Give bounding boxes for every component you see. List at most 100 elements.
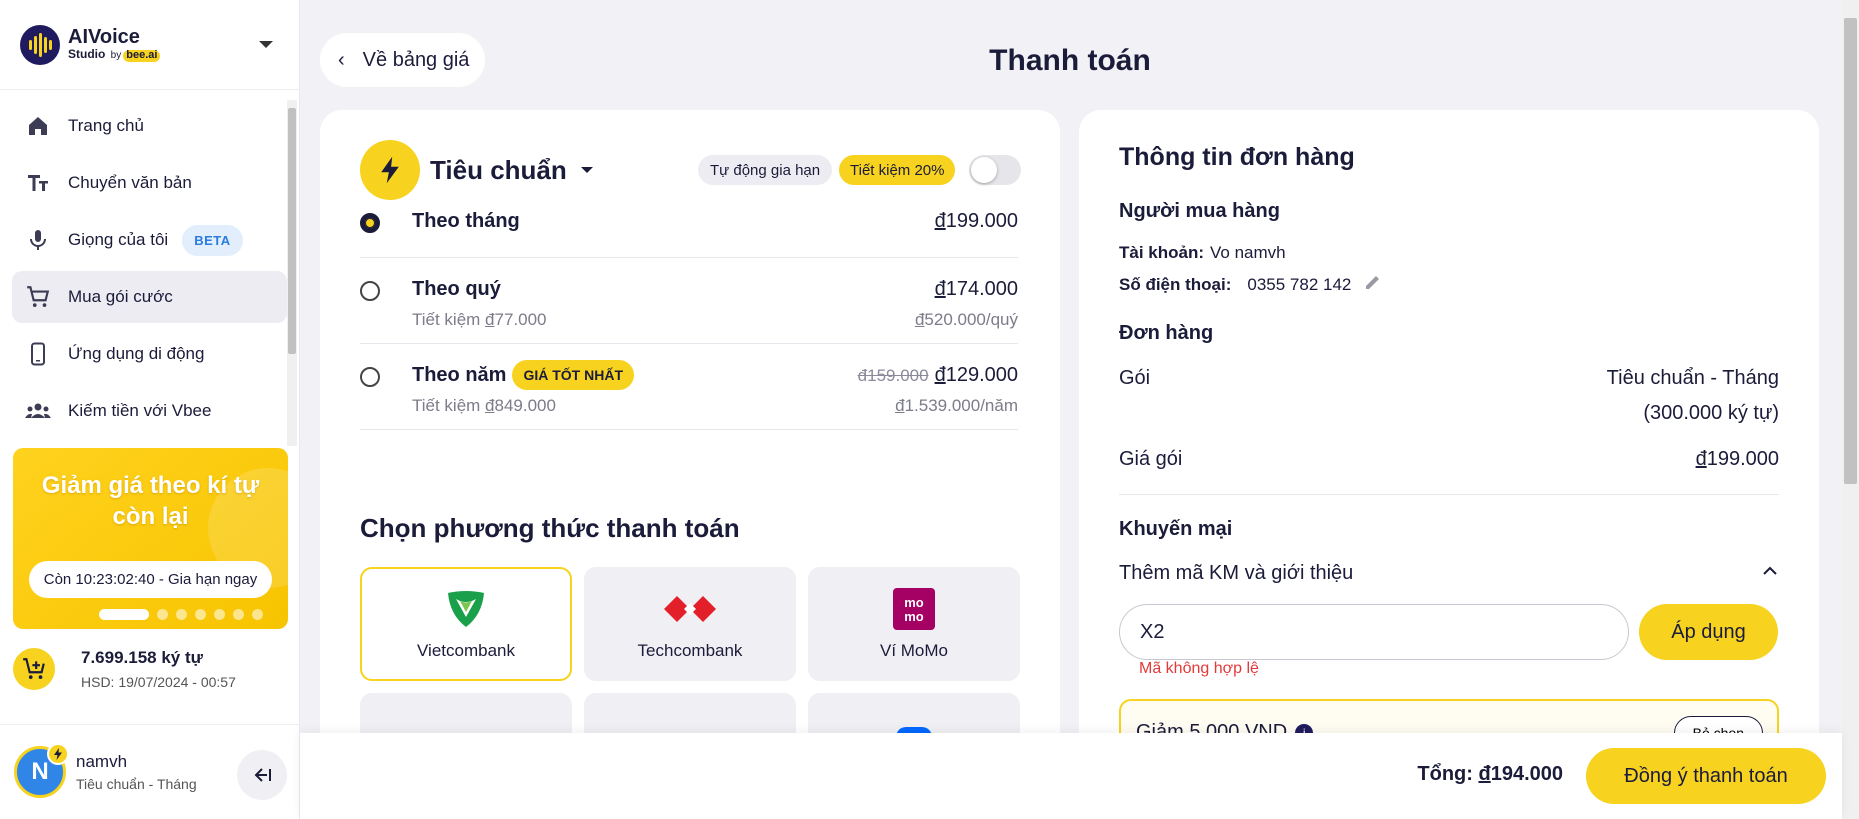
carousel-dot[interactable] bbox=[214, 609, 225, 620]
promo-renew-button[interactable]: Còn 10:23:02:40 - Gia hạn ngay bbox=[29, 561, 272, 598]
radio-button[interactable] bbox=[360, 367, 380, 387]
sidebar-item-buy-plan[interactable]: Mua gói cước bbox=[12, 271, 287, 323]
page-scrollbar[interactable] bbox=[1842, 0, 1859, 819]
phone-value: 0355 782 142 bbox=[1247, 274, 1352, 294]
option-price: đ199.000 bbox=[934, 210, 1018, 232]
carousel-dot[interactable] bbox=[176, 609, 187, 620]
user-panel: N namvh Tiêu chuẩn - Tháng bbox=[0, 724, 300, 819]
divider bbox=[1119, 494, 1779, 495]
user-plan: Tiêu chuẩn - Tháng bbox=[76, 776, 197, 792]
option-label: Theo tháng bbox=[412, 210, 520, 232]
avatar[interactable]: N bbox=[14, 743, 69, 798]
carousel-dot[interactable] bbox=[252, 609, 263, 620]
sidebar-item-label: Kiếm tiền với Vbee bbox=[68, 401, 212, 420]
save-badge: Tiết kiệm 20% bbox=[839, 155, 956, 185]
sidebar-item-text-to-speech[interactable]: Chuyển văn bản bbox=[12, 157, 287, 209]
option-label: Theo quý bbox=[412, 278, 501, 300]
phone-icon bbox=[24, 340, 52, 368]
lightning-icon bbox=[47, 743, 69, 765]
apply-promo-button[interactable]: Áp dụng bbox=[1639, 604, 1778, 660]
sidebar-item-label: Giọng của tôi bbox=[68, 230, 169, 249]
sidebar-scrollbar-thumb[interactable] bbox=[288, 108, 296, 354]
price-value: đ199.000 bbox=[1695, 448, 1779, 470]
radio-button[interactable] bbox=[360, 213, 380, 233]
phone-row: Số điện thoại: 0355 782 142 bbox=[1119, 272, 1383, 297]
text-icon bbox=[24, 169, 52, 197]
promo-banner[interactable]: Giảm giá theo kí tự còn lại Còn 10:23:02… bbox=[13, 448, 288, 629]
promo-title: Giảm giá theo kí tự còn lại bbox=[41, 472, 260, 531]
sidebar-item-mobile-app[interactable]: Ứng dụng di động bbox=[12, 328, 287, 380]
package-value: Tiêu chuẩn - Tháng (300.000 ký tự) bbox=[1606, 367, 1779, 424]
carousel-dot[interactable] bbox=[99, 609, 149, 620]
sidebar-nav: Trang chủ Chuyển văn bản Giọng của tôi B… bbox=[0, 90, 299, 437]
promo-code-input[interactable] bbox=[1119, 604, 1629, 660]
home-icon bbox=[24, 112, 52, 140]
option-saving: Tiết kiệm đ849.000 bbox=[412, 396, 556, 415]
option-total: đ1.539.000/năm bbox=[895, 396, 1018, 415]
sidebar-item-label: Mua gói cước bbox=[68, 287, 173, 306]
sidebar-scrollbar[interactable] bbox=[287, 100, 297, 446]
plan-card: Tiêu chuẩn Tự động gia hạn Tiết kiệm 20%… bbox=[320, 110, 1060, 819]
collapse-sidebar-button[interactable] bbox=[237, 750, 287, 800]
billing-option-quarterly[interactable]: Theo quý đ174.000 Tiết kiệm đ77.000 đ520… bbox=[360, 258, 1018, 344]
option-price: đ174.000 bbox=[934, 278, 1018, 300]
promo-heading: Khuyến mại bbox=[1119, 518, 1233, 540]
sidebar-item-label: Chuyển văn bản bbox=[68, 173, 192, 192]
svg-text:mo: mo bbox=[904, 609, 924, 624]
carousel-dot[interactable] bbox=[195, 609, 206, 620]
momo-logo-icon: mo mo bbox=[893, 587, 935, 631]
confirm-payment-button[interactable]: Đồng ý thanh toán bbox=[1586, 748, 1826, 804]
techcombank-logo-icon bbox=[664, 587, 716, 631]
option-total: đ520.000/quý bbox=[914, 310, 1018, 329]
chevron-down-icon[interactable] bbox=[580, 167, 593, 173]
payment-vietcombank[interactable]: Vietcombank bbox=[360, 567, 572, 681]
beta-badge: BETA bbox=[182, 224, 243, 256]
plan-name: Tiêu chuẩn bbox=[430, 154, 567, 185]
auto-renew-label: Tự động gia hạn bbox=[698, 155, 833, 185]
order-info-card: Thông tin đơn hàng Người mua hàng Tài kh… bbox=[1079, 110, 1819, 819]
auto-renew-toggle[interactable] bbox=[969, 155, 1021, 185]
carousel-dots[interactable] bbox=[99, 609, 263, 620]
billing-option-monthly[interactable]: Theo tháng đ199.000 bbox=[360, 190, 1018, 258]
payment-momo[interactable]: mo mo Ví MoMo bbox=[808, 567, 1020, 681]
payment-techcombank[interactable]: Techcombank bbox=[584, 567, 796, 681]
payment-method-title: Chọn phương thức thanh toán bbox=[360, 513, 740, 543]
sidebar-item-earn[interactable]: Kiếm tiền với Vbee bbox=[12, 385, 287, 437]
microphone-icon bbox=[24, 226, 52, 254]
option-saving: Tiết kiệm đ77.000 bbox=[412, 310, 547, 329]
billing-option-yearly[interactable]: Theo năm GIÁ TỐT NHẤT đ159.000 đ129.000 T… bbox=[360, 344, 1018, 430]
order-info-title: Thông tin đơn hàng bbox=[1119, 143, 1355, 171]
credits-panel: 7.699.158 ký tự HSD: 19/07/2024 - 00:57 bbox=[13, 648, 236, 690]
package-label: Gói bbox=[1119, 367, 1151, 389]
chevron-up-icon[interactable] bbox=[1761, 562, 1779, 585]
people-icon bbox=[24, 397, 52, 425]
account-value: Vo namvh bbox=[1210, 243, 1286, 262]
sidebar-item-label: Ứng dụng di động bbox=[68, 344, 205, 363]
sidebar-item-my-voice[interactable]: Giọng của tôi BETA bbox=[12, 214, 287, 266]
phone-label: Số điện thoại: bbox=[1119, 274, 1232, 294]
order-total: Tổng: đ194.000 bbox=[1417, 763, 1563, 785]
best-price-badge: GIÁ TỐT NHẤT bbox=[512, 360, 634, 390]
credits-count: 7.699.158 ký tự bbox=[81, 648, 203, 667]
order-heading: Đơn hàng bbox=[1119, 322, 1214, 344]
carousel-dot[interactable] bbox=[233, 609, 244, 620]
vietcombank-logo-icon bbox=[444, 587, 488, 631]
option-price: đ159.000 đ129.000 bbox=[857, 364, 1018, 386]
promo-toggle-label[interactable]: Thêm mã KM và giới thiệu bbox=[1119, 562, 1353, 585]
price-label: Giá gói bbox=[1119, 448, 1183, 470]
sidebar-item-home[interactable]: Trang chủ bbox=[12, 100, 287, 152]
sidebar-item-label: Trang chủ bbox=[68, 116, 144, 135]
carousel-dot[interactable] bbox=[157, 609, 168, 620]
radio-button[interactable] bbox=[360, 281, 380, 301]
user-name: namvh bbox=[76, 752, 128, 771]
svg-text:mo: mo bbox=[904, 595, 924, 610]
add-cart-icon[interactable] bbox=[13, 648, 55, 690]
buyer-heading: Người mua hàng bbox=[1119, 200, 1280, 222]
option-label: Theo năm GIÁ TỐT NHẤT bbox=[412, 360, 634, 390]
page-title: Thanh toán bbox=[989, 44, 1151, 77]
page-scrollbar-thumb[interactable] bbox=[1844, 18, 1857, 484]
account-row: Tài khoản: Vo namvh bbox=[1119, 243, 1286, 263]
edit-pencil-icon[interactable] bbox=[1363, 272, 1383, 297]
collapse-icon bbox=[254, 768, 271, 782]
credits-expiry: HSD: 19/07/2024 - 00:57 bbox=[81, 674, 236, 690]
